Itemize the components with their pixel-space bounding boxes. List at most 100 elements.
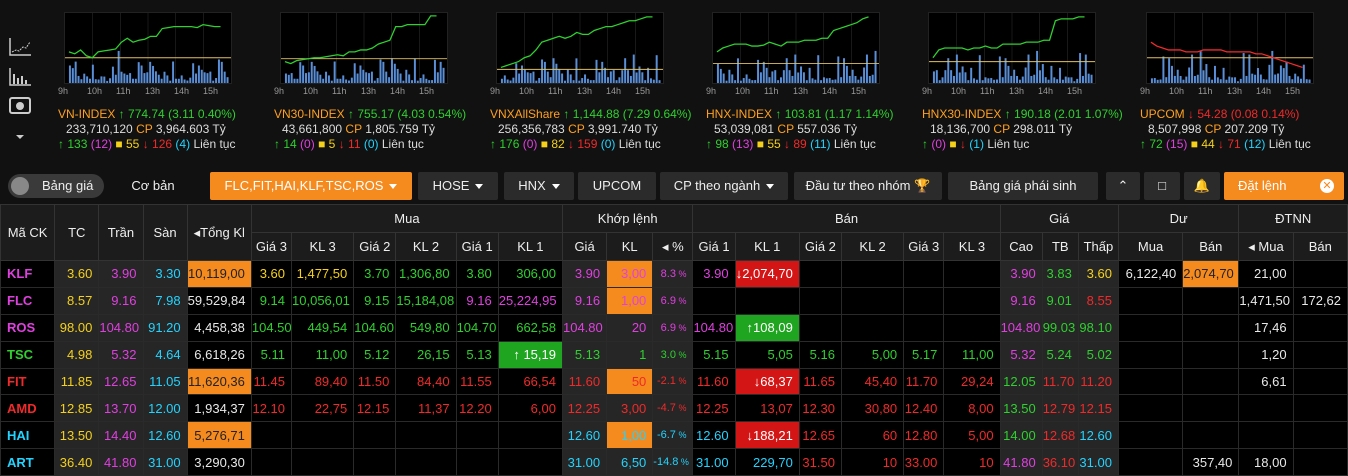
close-icon[interactable]: ✕ <box>1320 179 1334 193</box>
cell-match-pct[interactable]: -6.7 % <box>652 421 694 450</box>
cell-foreign-sell[interactable] <box>1292 260 1348 288</box>
cell-buy-v2[interactable]: 15,184,08 <box>395 286 457 315</box>
cell-sell-v2[interactable]: 30,80 <box>840 394 905 423</box>
cell-low[interactable]: 31.00 <box>1077 448 1119 476</box>
index-panel-0[interactable]: 9h 10h 11h 13h 14h 15h VN-INDEX ↑ 774.74 (3.11… <box>58 0 268 168</box>
cell-sell-p2[interactable] <box>798 286 842 315</box>
cell-avg[interactable]: 3.83 <box>1041 260 1079 288</box>
cell-sell-p3[interactable]: 12.80 <box>903 421 945 450</box>
cell-buy-p2[interactable]: 104.60 <box>353 313 397 342</box>
cell-sell-v1[interactable]: ↓2,074,70 <box>734 260 800 288</box>
cell-buy-p3[interactable]: 11.45 <box>250 367 293 396</box>
cell-buy-v1[interactable]: 66,54 <box>497 367 563 396</box>
cell-buy-v3[interactable]: 449,54 <box>291 313 355 342</box>
cell-buy-v1[interactable]: 25,224,95 <box>497 286 563 315</box>
cell-sell-v2[interactable]: 10 <box>840 448 905 476</box>
cell-high[interactable]: 104.80 <box>999 313 1043 342</box>
cell-foreign-buy[interactable]: 21,00 <box>1238 260 1294 288</box>
cell-match-price[interactable]: 104.80 <box>561 313 608 342</box>
cell-foreign-buy[interactable] <box>1238 421 1294 450</box>
cell-total[interactable]: 10,119,00 <box>186 260 252 288</box>
cell-buy-v1[interactable]: 6,00 <box>497 394 563 423</box>
cell-sell-v1[interactable]: ↓188,21 <box>734 421 800 450</box>
cell-sell-p3[interactable] <box>903 286 945 315</box>
cell-ceil[interactable]: 3.90 <box>98 260 144 288</box>
cell-match-pct[interactable]: -14.8 % <box>652 448 694 476</box>
cell-sell-p2[interactable]: 12.30 <box>798 394 842 423</box>
table-row[interactable]: ROS 98.00 104.80 91.20 4,458,38 104.50 449,54 1… <box>0 313 1348 342</box>
collapse-button[interactable]: ⌃ <box>1106 172 1140 200</box>
cell-sell-p1[interactable]: 3.90 <box>692 260 736 288</box>
cell-buy-p3[interactable]: 12.10 <box>250 394 293 423</box>
cell-ref[interactable]: 4.98 <box>54 340 100 369</box>
cell-sell-p2[interactable]: 11.65 <box>798 367 842 396</box>
cell-sell-p2[interactable] <box>798 260 842 288</box>
cell-foreign-buy[interactable]: 6,61 <box>1238 367 1294 396</box>
cell-sell-v2[interactable]: 45,40 <box>840 367 905 396</box>
cell-buy-p3[interactable] <box>250 421 293 450</box>
cell-remain-buy[interactable] <box>1117 313 1184 342</box>
cell-buy-v2[interactable]: 84,40 <box>395 367 457 396</box>
cell-sell-v2[interactable] <box>840 286 905 315</box>
cell-match-vol[interactable]: 1,00 <box>606 421 654 450</box>
cell-match-pct[interactable]: 8.3 % <box>652 260 694 288</box>
cell-remain-buy[interactable] <box>1117 367 1184 396</box>
index-panel-5[interactable]: 9h 10h 11h 13h 14h 15h UPCOM ↓ 54.28 (0.08 0.1… <box>1140 0 1348 168</box>
cell-buy-p2[interactable]: 3.70 <box>353 260 397 288</box>
cell-buy-v2[interactable] <box>395 421 457 450</box>
cell-buy-v2[interactable]: 11,37 <box>395 394 457 423</box>
cell-foreign-buy[interactable]: 17,46 <box>1238 313 1294 342</box>
cell-low[interactable]: 5.02 <box>1077 340 1119 369</box>
cell-foreign-sell[interactable] <box>1292 394 1348 423</box>
cell-avg[interactable]: 12.68 <box>1041 421 1079 450</box>
cell-floor[interactable]: 31.00 <box>142 448 188 476</box>
cell-ceil[interactable]: 41.80 <box>98 448 144 476</box>
cell-remain-sell[interactable] <box>1182 394 1240 423</box>
table-row[interactable]: ART 36.40 41.80 31.00 3,290,30 31.00 6,50 -14.8… <box>0 448 1348 476</box>
cell-buy-v1[interactable] <box>497 421 563 450</box>
cell-ceil[interactable]: 13.70 <box>98 394 144 423</box>
cell-buy-p1[interactable]: 9.16 <box>455 286 499 315</box>
cell-buy-v2[interactable]: 549,80 <box>395 313 457 342</box>
cell-sell-v3[interactable]: 10 <box>943 448 1001 476</box>
cell-low[interactable]: 98.10 <box>1077 313 1119 342</box>
cell-match-price[interactable]: 9.16 <box>561 286 608 315</box>
tab-derivatives[interactable]: Bảng giá phái sinh <box>948 172 1098 200</box>
cell-foreign-buy[interactable] <box>1238 394 1294 423</box>
cell-sell-p1[interactable]: 11.60 <box>692 367 736 396</box>
cell-avg[interactable]: 9.01 <box>1041 286 1079 315</box>
cell-ref[interactable]: 3.60 <box>54 260 100 288</box>
notification-button[interactable]: 🔔 <box>1184 172 1220 200</box>
cell-low[interactable]: 12.60 <box>1077 421 1119 450</box>
table-row[interactable]: FIT 11.85 12.65 11.05 11,620,36 11.45 89,40 11.… <box>0 367 1348 396</box>
cell-buy-v3[interactable]: 11,00 <box>291 340 355 369</box>
cell-buy-v3[interactable]: 1,477,50 <box>291 260 355 288</box>
cell-sell-p2[interactable]: 12.65 <box>798 421 842 450</box>
bar-chart-icon[interactable] <box>5 64 35 90</box>
cell-low[interactable]: 3.60 <box>1077 260 1119 288</box>
cell-buy-p1[interactable] <box>455 421 499 450</box>
cell-sell-p2[interactable] <box>798 313 842 342</box>
cell-sell-v3[interactable] <box>943 260 1001 288</box>
cell-symbol[interactable]: FIT <box>0 367 56 396</box>
cell-buy-p2[interactable]: 11.50 <box>353 367 397 396</box>
cell-buy-v2[interactable]: 1,306,80 <box>395 260 457 288</box>
cell-foreign-sell[interactable] <box>1292 340 1348 369</box>
tab-basic[interactable]: Cơ bản <box>118 172 188 200</box>
cell-buy-p1[interactable]: 11.55 <box>455 367 499 396</box>
cell-foreign-sell[interactable]: 172,62 <box>1292 286 1348 315</box>
cell-remain-buy[interactable] <box>1117 448 1184 476</box>
cell-ceil[interactable]: 12.65 <box>98 367 144 396</box>
cell-remain-sell[interactable]: 357,40 <box>1182 448 1240 476</box>
cell-match-vol[interactable]: 20 <box>606 313 654 342</box>
price-board-toggle[interactable]: Bảng giá <box>8 174 104 198</box>
cell-total[interactable]: 6,618,26 <box>186 340 252 369</box>
index-panel-4[interactable]: 9h 10h 11h 13h 14h 15h HNX30-INDEX ↑ 190.18 (2… <box>922 0 1132 168</box>
cell-high[interactable]: 3.90 <box>999 260 1043 288</box>
cell-buy-p2[interactable]: 12.15 <box>353 394 397 423</box>
cell-sell-p3[interactable]: 11.70 <box>903 367 945 396</box>
cell-symbol[interactable]: TSC <box>0 340 56 369</box>
cell-sell-p1[interactable]: 104.80 <box>692 313 736 342</box>
table-row[interactable]: KLF 3.60 3.90 3.30 10,119,00 3.60 1,477,50 3.70… <box>0 260 1348 288</box>
cell-sell-p1[interactable]: 5.15 <box>692 340 736 369</box>
